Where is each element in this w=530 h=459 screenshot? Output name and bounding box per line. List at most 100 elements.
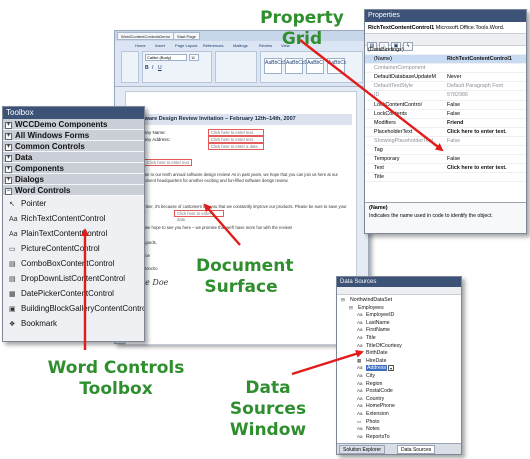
data-source-node[interactable]: Aa PostalCode	[341, 387, 461, 395]
style-heading-1[interactable]: AaBbC	[306, 58, 324, 74]
property-row[interactable]: DefaultDatabaseUpdateM Never	[365, 73, 526, 83]
data-source-node[interactable]: ▦ HireDate	[341, 357, 461, 365]
property-value[interactable]: RichTextContentControl1	[447, 55, 525, 63]
expand-icon[interactable]: +	[5, 166, 12, 173]
data-source-node[interactable]: Aa Extension	[341, 410, 461, 418]
paragraph-group[interactable]	[215, 51, 257, 83]
ribbon-tab-insert[interactable]: Insert	[155, 43, 165, 48]
toolbox-group[interactable]: + Components	[3, 163, 144, 174]
expand-icon[interactable]: +	[5, 133, 12, 140]
toolbox-group[interactable]: + All Windows Forms	[3, 130, 144, 141]
property-value[interactable]: Click here to enter text.	[447, 164, 525, 172]
property-value[interactable]: Never	[447, 73, 525, 81]
tree-toggle-icon[interactable]: ⊟	[349, 304, 358, 312]
tab-start-page[interactable]: Start Page	[173, 32, 200, 40]
data-source-node[interactable]: ⊟ NorthwindDataSet	[341, 296, 461, 304]
toolbox-item[interactable]: ▤ DropDownListContentControl	[3, 271, 144, 286]
property-row[interactable]: PlaceholderText Click here to enter text.	[365, 128, 526, 137]
underline-icon[interactable]: U	[158, 65, 162, 71]
toolbox-item[interactable]: Aa RichTextContentControl	[3, 211, 144, 226]
control-type-dropdown-icon[interactable]: ▾	[388, 364, 395, 371]
company-name-control[interactable]: Click here to enter text.	[208, 129, 264, 136]
property-row[interactable]: Text Click here to enter text.	[365, 164, 526, 174]
date-control[interactable]: Click here to enter a date.	[208, 143, 264, 150]
property-row[interactable]: ID 5782986	[365, 91, 526, 101]
toolbox-item[interactable]: ▭ PictureContentControl	[3, 241, 144, 256]
property-row[interactable]: Modifiers Friend	[365, 119, 526, 128]
document-page[interactable]: Software Design Review Invitation – Febr…	[125, 91, 357, 345]
italic-icon[interactable]: I	[152, 65, 153, 71]
property-value[interactable]: 5782986	[447, 91, 525, 99]
toolbox-item[interactable]: ❖ Bookmark	[3, 316, 144, 331]
ribbon-tab-page-layout[interactable]: Page Layout	[175, 43, 197, 48]
font-name-combo[interactable]: Calibri (Body)	[145, 54, 187, 61]
tab-data-sources[interactable]: Data Sources	[397, 445, 436, 454]
data-source-node[interactable]: Aa TitleOfCourtesy	[341, 342, 461, 350]
data-source-node[interactable]: Aa Address ▾	[341, 364, 461, 372]
property-row[interactable]: LockContents False	[365, 110, 526, 119]
toolbox-item[interactable]: Aa PlainTextContentControl	[3, 226, 144, 241]
toolbox-group[interactable]: + Common Controls	[3, 141, 144, 152]
toolbox-item[interactable]: ▣ BuildingBlockGalleryContentControl	[3, 301, 144, 316]
tab-document[interactable]: WordContentControlsDemo	[117, 32, 175, 40]
data-source-node[interactable]: Aa EmployeeID	[341, 311, 461, 319]
data-source-node[interactable]: Aa Notes	[341, 425, 461, 433]
data-source-node[interactable]: ⊟ Employees	[341, 304, 461, 312]
data-source-node[interactable]: Aa ReportsTo	[341, 433, 461, 441]
property-row[interactable]: LockContentControl False	[365, 101, 526, 110]
data-source-node[interactable]: Aa FirstName	[341, 326, 461, 334]
property-row[interactable]: DefaultTextStyle Default Paragraph Font	[365, 82, 526, 92]
data-source-node[interactable]: Aa LastName	[341, 319, 461, 327]
clipboard-group[interactable]	[121, 51, 139, 83]
property-row[interactable]: ContainerComponent	[365, 64, 526, 74]
collapse-icon[interactable]: −	[5, 188, 12, 195]
data-source-node[interactable]: Aa Country	[341, 395, 461, 403]
expand-icon[interactable]: +	[5, 122, 12, 129]
company-address-control[interactable]: Click here to enter text.	[208, 136, 264, 143]
style-no-spacing[interactable]: AaBbCcDc	[285, 58, 310, 74]
styles-group: AaBbCcDc AaBbCcDc AaBbC AaBbCc	[260, 51, 363, 83]
property-value[interactable]: False	[447, 110, 525, 118]
field-type-icon: Aa	[357, 403, 363, 409]
toolbox-item[interactable]: ▤ ComboBoxContentControl	[3, 256, 144, 271]
toolbox-group[interactable]: + WCCDemo Components	[3, 119, 144, 130]
field-type-icon: Aa	[357, 372, 363, 378]
ribbon-tab-home[interactable]: Home	[135, 43, 146, 48]
expand-icon[interactable]: +	[5, 177, 12, 184]
bold-icon[interactable]: B	[145, 65, 149, 71]
rsvp-date-control[interactable]: Click here to enter a date.	[174, 210, 224, 222]
property-row[interactable]: Title	[365, 173, 526, 183]
expand-icon[interactable]: +	[5, 144, 12, 151]
toolbox-group[interactable]: − Word Controls	[3, 185, 144, 196]
property-value[interactable]: Friend	[447, 119, 525, 127]
tree-toggle-icon[interactable]: ⊟	[341, 296, 350, 304]
property-row[interactable]: (DataBindings)	[365, 46, 526, 56]
toolbox-item[interactable]: ▦ DatePickerContentControl	[3, 286, 144, 301]
data-source-node[interactable]: Aa City	[341, 372, 461, 380]
data-source-node[interactable]: ▦ BirthDate	[341, 349, 461, 357]
toolbox-item[interactable]: ↖ Pointer	[3, 196, 144, 211]
property-value[interactable]: False	[447, 137, 525, 145]
data-source-node[interactable]: Aa Region	[341, 380, 461, 388]
property-row[interactable]: Tag	[365, 146, 526, 156]
toolbox-group[interactable]: + Dialogs	[3, 174, 144, 185]
font-size-combo[interactable]: 11	[189, 54, 199, 61]
data-source-node[interactable]: Aa Title	[341, 334, 461, 342]
data-source-node[interactable]: ▭ Photo	[341, 418, 461, 426]
toolbox-group[interactable]: + Data	[3, 152, 144, 163]
property-value[interactable]: False	[447, 155, 525, 163]
tab-solution-explorer[interactable]: Solution Explorer	[339, 445, 386, 454]
expand-icon[interactable]: +	[5, 155, 12, 162]
object-selector[interactable]: RichTextContentControl1 Microsoft.Office…	[365, 22, 526, 34]
property-value[interactable]: False	[447, 101, 525, 109]
property-row[interactable]: ShowingPlaceholderText False	[365, 137, 526, 147]
style-normal[interactable]: AaBbCcDc	[264, 58, 289, 74]
property-row[interactable]: Temporary False	[365, 155, 526, 165]
property-value[interactable]: Default Paragraph Font	[447, 82, 525, 90]
style-heading-2[interactable]: AaBbCc	[327, 58, 346, 74]
data-source-node[interactable]: Aa HomePhone	[341, 402, 461, 410]
dear-name-control[interactable]: Click here to enter text.	[144, 159, 192, 166]
ribbon-tab-references[interactable]: References	[203, 43, 223, 48]
property-value[interactable]: Click here to enter text.	[447, 128, 525, 136]
property-row[interactable]: (Name) RichTextContentControl1	[365, 55, 526, 65]
